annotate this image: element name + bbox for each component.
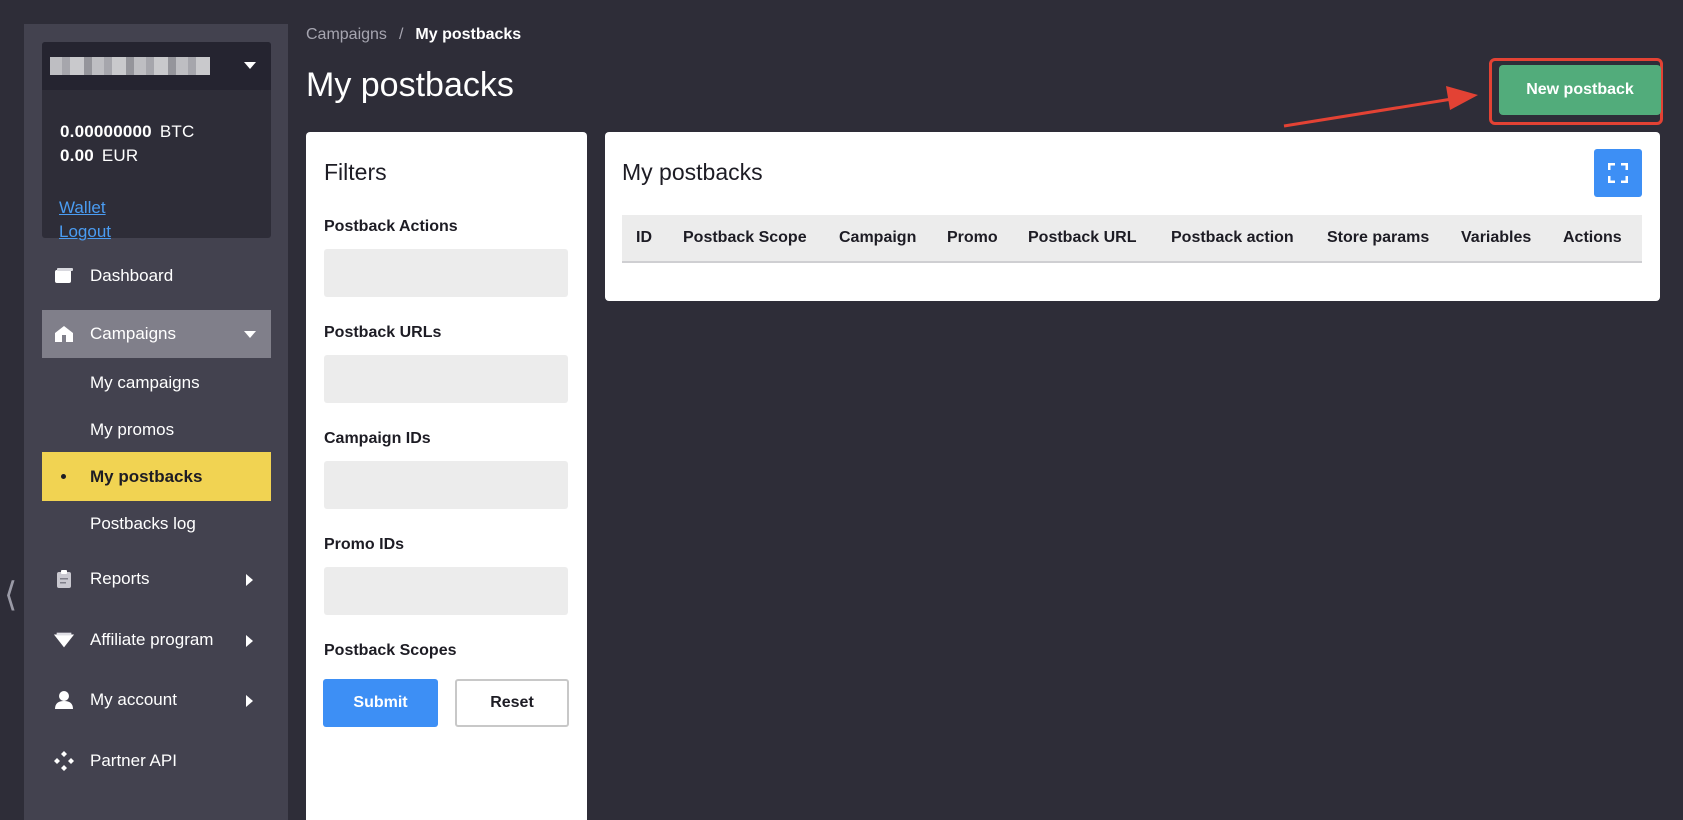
new-postback-button[interactable]: New postback bbox=[1499, 65, 1661, 115]
sidebar-item-dashboard[interactable]: Dashboard bbox=[42, 252, 271, 300]
user-icon bbox=[53, 689, 75, 711]
eur-amount: 0.00 bbox=[60, 146, 94, 165]
promo-ids-label: Promo IDs bbox=[324, 536, 405, 553]
sidebar-item-my-campaigns[interactable]: My campaigns bbox=[42, 358, 271, 407]
sidebar-item-partner-api[interactable]: Partner API bbox=[42, 737, 271, 785]
filters-panel: Filters Postback Actions Postback URLs C… bbox=[306, 132, 587, 820]
breadcrumb: Campaigns / My postbacks bbox=[306, 26, 521, 44]
sidebar-item-affiliate-program[interactable]: Affiliate program bbox=[42, 616, 271, 664]
chevron-right-icon bbox=[246, 695, 253, 707]
store-icon bbox=[53, 323, 75, 345]
reset-button[interactable]: Reset bbox=[455, 679, 569, 727]
postback-actions-label: Postback Actions bbox=[324, 218, 458, 235]
sidebar-item-label: My account bbox=[90, 690, 177, 709]
postbacks-table-panel: My postbacks ID Postback Scope Campaign … bbox=[605, 132, 1660, 301]
fullscreen-button[interactable] bbox=[1594, 149, 1642, 197]
sidebar-item-label: My campaigns bbox=[90, 372, 200, 392]
eur-currency: EUR bbox=[101, 146, 139, 165]
submit-button[interactable]: Submit bbox=[323, 679, 438, 727]
campaign-ids-input[interactable] bbox=[324, 461, 568, 509]
api-icon bbox=[53, 750, 75, 772]
sidebar-item-label: Partner API bbox=[90, 751, 177, 770]
sidebar-item-label: Postbacks log bbox=[90, 513, 196, 533]
breadcrumb-current: My postbacks bbox=[415, 26, 522, 43]
column-header-store-params[interactable]: Store params bbox=[1327, 229, 1429, 247]
postback-urls-label: Postback URLs bbox=[324, 324, 442, 341]
sidebar-item-label: Reports bbox=[90, 569, 150, 588]
breadcrumb-link-campaigns[interactable]: Campaigns bbox=[306, 26, 387, 43]
chevron-right-icon bbox=[246, 574, 253, 586]
sidebar-item-label: My promos bbox=[90, 419, 175, 439]
sidebar: 0.00000000 BTC 0.00 EUR Wallet Logout Dash… bbox=[24, 24, 288, 820]
postback-urls-input[interactable] bbox=[324, 355, 568, 403]
breadcrumb-separator: / bbox=[398, 26, 404, 43]
sidebar-collapse-handle[interactable]: ⟨ bbox=[4, 576, 17, 614]
column-header-campaign[interactable]: Campaign bbox=[839, 229, 916, 247]
column-header-postback-url[interactable]: Postback URL bbox=[1028, 229, 1136, 247]
sidebar-item-label: Dashboard bbox=[90, 266, 174, 285]
column-header-postback-scope[interactable]: Postback Scope bbox=[683, 229, 807, 247]
sidebar-item-label: My postbacks bbox=[90, 466, 203, 486]
column-header-promo[interactable]: Promo bbox=[947, 229, 998, 247]
table-title: My postbacks bbox=[622, 159, 763, 185]
account-name-redacted bbox=[50, 57, 210, 75]
btc-balance: 0.00000000 BTC bbox=[60, 122, 194, 142]
table-header-row: ID Postback Scope Campaign Promo Postbac… bbox=[622, 215, 1642, 263]
logout-link[interactable]: Logout bbox=[59, 222, 111, 242]
account-selector[interactable] bbox=[42, 42, 271, 90]
page-title: My postbacks bbox=[306, 66, 514, 104]
clipboard-icon bbox=[53, 568, 75, 590]
chevron-down-icon bbox=[244, 331, 256, 338]
sidebar-item-my-account[interactable]: My account bbox=[42, 676, 271, 724]
sidebar-item-my-postbacks[interactable]: My postbacks bbox=[42, 452, 271, 501]
sidebar-item-campaigns[interactable]: Campaigns bbox=[42, 310, 271, 358]
fullscreen-icon bbox=[1608, 163, 1628, 183]
btc-currency: BTC bbox=[159, 122, 195, 141]
sidebar-item-label: Affiliate program bbox=[90, 630, 214, 649]
btc-amount: 0.00000000 bbox=[60, 122, 152, 141]
eur-balance: 0.00 EUR bbox=[60, 146, 138, 166]
bullet-icon bbox=[61, 474, 66, 479]
account-box: 0.00000000 BTC 0.00 EUR Wallet Logout bbox=[42, 42, 271, 241]
column-header-id[interactable]: ID bbox=[636, 229, 652, 247]
sidebar-item-label: Campaigns bbox=[90, 324, 176, 343]
promo-ids-input[interactable] bbox=[324, 567, 568, 615]
column-header-postback-action[interactable]: Postback action bbox=[1171, 229, 1294, 247]
chevron-right-icon bbox=[246, 635, 253, 647]
sidebar-item-my-promos[interactable]: My promos bbox=[42, 405, 271, 454]
postback-scopes-label: Postback Scopes bbox=[324, 642, 457, 659]
campaign-ids-label: Campaign IDs bbox=[324, 430, 431, 447]
diamond-icon bbox=[53, 629, 75, 651]
filters-title: Filters bbox=[324, 159, 387, 185]
sidebar-item-reports[interactable]: Reports bbox=[42, 555, 271, 603]
sidebar-item-postbacks-log[interactable]: Postbacks log bbox=[42, 499, 271, 548]
chevron-down-icon bbox=[244, 62, 256, 69]
dashboard-icon bbox=[53, 265, 75, 287]
column-header-variables[interactable]: Variables bbox=[1461, 229, 1531, 247]
postback-actions-input[interactable] bbox=[324, 249, 568, 297]
wallet-link[interactable]: Wallet bbox=[59, 198, 106, 218]
column-header-actions[interactable]: Actions bbox=[1563, 229, 1622, 247]
